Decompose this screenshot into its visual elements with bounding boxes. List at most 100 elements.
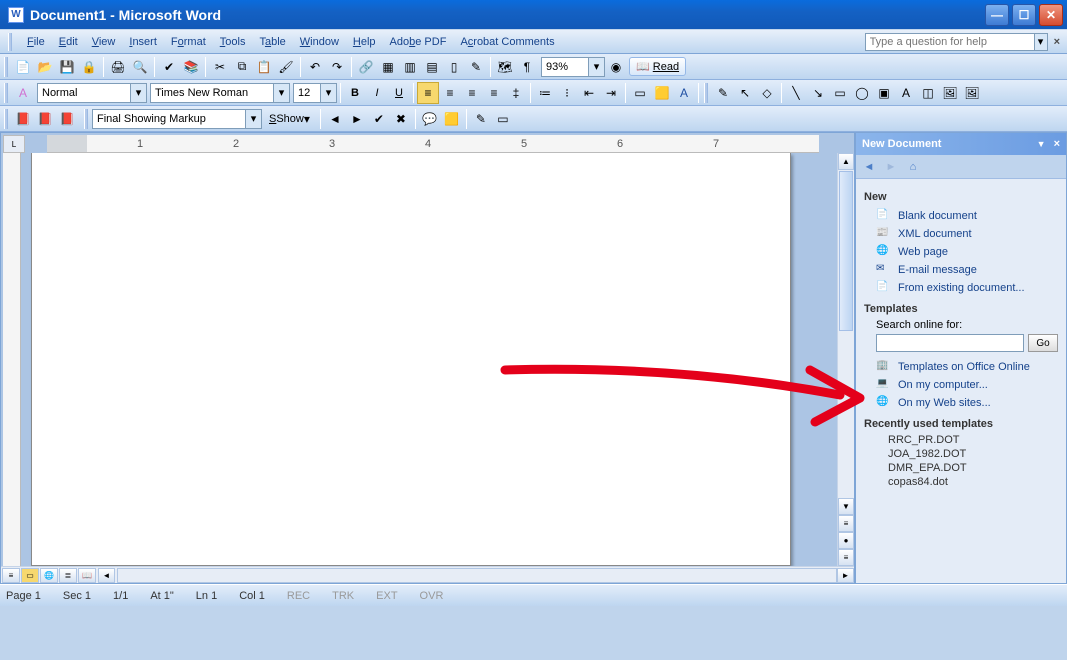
decrease-indent-icon[interactable]: ⇤ [578, 82, 600, 104]
styles-pane-icon[interactable]: A [12, 82, 34, 104]
chevron-down-icon[interactable]: ▾ [588, 58, 604, 76]
from-existing-link[interactable]: 📄From existing document... [864, 279, 1058, 297]
align-center-icon[interactable]: ≡ [439, 82, 461, 104]
arrow-shape-icon[interactable]: ↘ [807, 82, 829, 104]
status-ext[interactable]: EXT [376, 590, 397, 602]
recent-template-link[interactable]: RRC_PR.DOT [864, 434, 1058, 446]
rectangle-icon[interactable]: ▭ [829, 82, 851, 104]
paper-area[interactable] [21, 153, 837, 566]
nav-home-button[interactable]: ⌂ [904, 158, 922, 176]
pdf-email-icon[interactable]: 📕 [34, 108, 56, 130]
reading-view-button[interactable]: 📖 [78, 568, 96, 583]
review-display-combo[interactable]: Final Showing Markup ▾ [92, 109, 262, 129]
menu-view[interactable]: View [85, 33, 123, 51]
status-trk[interactable]: TRK [332, 590, 354, 602]
research-icon[interactable]: 📚 [180, 56, 202, 78]
track-changes-icon[interactable]: ✎ [470, 108, 492, 130]
font-combo[interactable]: Times New Roman ▾ [150, 83, 290, 103]
fontsize-combo[interactable]: 12 ▾ [293, 83, 337, 103]
close-doc-button[interactable]: × [1054, 36, 1060, 48]
vertical-ruler[interactable] [3, 153, 21, 566]
line-icon[interactable]: ╲ [785, 82, 807, 104]
on-my-websites-link[interactable]: 🌐On my Web sites... [864, 394, 1058, 412]
undo-icon[interactable]: ↶ [304, 56, 326, 78]
columns-icon[interactable]: ▯ [443, 56, 465, 78]
wordart-icon[interactable]: A [895, 82, 917, 104]
taskpane-close-button[interactable]: × [1054, 138, 1060, 150]
justify-icon[interactable]: ≡ [483, 82, 505, 104]
status-rec[interactable]: REC [287, 590, 310, 602]
menu-format[interactable]: Format [164, 33, 213, 51]
toolbar-grip[interactable] [4, 57, 8, 77]
font-color-icon[interactable]: A [673, 82, 695, 104]
next-page-button[interactable]: ≡ [838, 549, 854, 566]
reject-change-icon[interactable]: ✖ [390, 108, 412, 130]
doc-map-icon[interactable]: 🗺 [494, 56, 516, 78]
highlight-tool-icon[interactable]: 🟨 [441, 108, 463, 130]
insert-table-icon[interactable]: ▥ [399, 56, 421, 78]
new-icon[interactable]: 📄 [12, 56, 34, 78]
chevron-down-icon[interactable]: ▾ [273, 84, 289, 102]
toolbar-grip[interactable] [4, 109, 8, 129]
print-layout-view-button[interactable]: ▭ [21, 568, 39, 583]
recent-template-link[interactable]: DMR_EPA.DOT [864, 462, 1058, 474]
comment-icon[interactable]: 💬 [419, 108, 441, 130]
nav-back-button[interactable]: ◄ [860, 158, 878, 176]
read-button[interactable]: 📖 Read [629, 57, 686, 76]
draw-tool-icon[interactable]: ✎ [712, 82, 734, 104]
horizontal-scrollbar[interactable] [117, 568, 837, 583]
template-search-input[interactable] [876, 334, 1024, 352]
accept-change-icon[interactable]: ✔ [368, 108, 390, 130]
scroll-thumb[interactable] [839, 171, 853, 331]
go-button[interactable]: Go [1028, 334, 1058, 352]
italic-icon[interactable]: I [366, 82, 388, 104]
increase-indent-icon[interactable]: ⇥ [600, 82, 622, 104]
chevron-down-icon[interactable]: ▼ [1037, 139, 1046, 149]
menu-help[interactable]: Help [346, 33, 383, 51]
autoshapes-icon[interactable]: ◇ [756, 82, 778, 104]
templates-office-online-link[interactable]: 🏢Templates on Office Online [864, 358, 1058, 376]
on-my-computer-link[interactable]: 💻On my computer... [864, 376, 1058, 394]
align-left-icon[interactable]: ≡ [417, 82, 439, 104]
pdf-review-icon[interactable]: 📕 [56, 108, 78, 130]
chevron-down-icon[interactable]: ▾ [320, 84, 336, 102]
show-menu[interactable]: SShow ▾ [262, 108, 317, 130]
web-page-link[interactable]: 🌐Web page [864, 243, 1058, 261]
next-change-icon[interactable]: ► [346, 108, 368, 130]
prev-change-icon[interactable]: ◄ [324, 108, 346, 130]
taskpane-header[interactable]: New Document ▼ × [856, 133, 1066, 155]
copy-icon[interactable]: ⧉ [231, 56, 253, 78]
web-layout-view-button[interactable]: 🌐 [40, 568, 58, 583]
tables-borders-icon[interactable]: ▦ [377, 56, 399, 78]
tab-selector[interactable]: L [3, 135, 25, 153]
show-hide-icon[interactable]: ¶ [516, 56, 538, 78]
picture-icon[interactable]: 🖼 [961, 82, 983, 104]
borders-icon[interactable]: ▭ [629, 82, 651, 104]
drawing-icon[interactable]: ✎ [465, 56, 487, 78]
permissions-icon[interactable]: 🔒 [78, 56, 100, 78]
spellcheck-icon[interactable]: ✔ [158, 56, 180, 78]
scroll-down-button[interactable]: ▼ [838, 498, 854, 515]
scroll-up-button[interactable]: ▲ [838, 153, 854, 170]
clipart-icon[interactable]: 🖼 [939, 82, 961, 104]
menu-file[interactable]: File [20, 33, 52, 51]
maximize-button[interactable]: ☐ [1012, 4, 1036, 26]
highlight-icon[interactable]: 🟨 [651, 82, 673, 104]
toolbar-grip[interactable] [84, 109, 88, 129]
minimize-button[interactable]: — [985, 4, 1009, 26]
print-preview-icon[interactable]: 🔍 [129, 56, 151, 78]
menu-window[interactable]: Window [293, 33, 346, 51]
print-icon[interactable]: 🖨 [107, 56, 129, 78]
chevron-down-icon[interactable]: ▾ [130, 84, 146, 102]
bold-icon[interactable]: B [344, 82, 366, 104]
paste-icon[interactable]: 📋 [253, 56, 275, 78]
oval-icon[interactable]: ◯ [851, 82, 873, 104]
hyperlink-icon[interactable]: 🔗 [355, 56, 377, 78]
recent-template-link[interactable]: JOA_1982.DOT [864, 448, 1058, 460]
excel-icon[interactable]: ▤ [421, 56, 443, 78]
toolbar-grip[interactable] [704, 83, 708, 103]
menu-acrobat-comments[interactable]: Acrobat Comments [453, 33, 561, 51]
style-combo[interactable]: Normal ▾ [37, 83, 147, 103]
help-search-input[interactable] [865, 33, 1035, 51]
horizontal-ruler[interactable]: 1 2 3 4 5 6 7 [47, 135, 819, 153]
